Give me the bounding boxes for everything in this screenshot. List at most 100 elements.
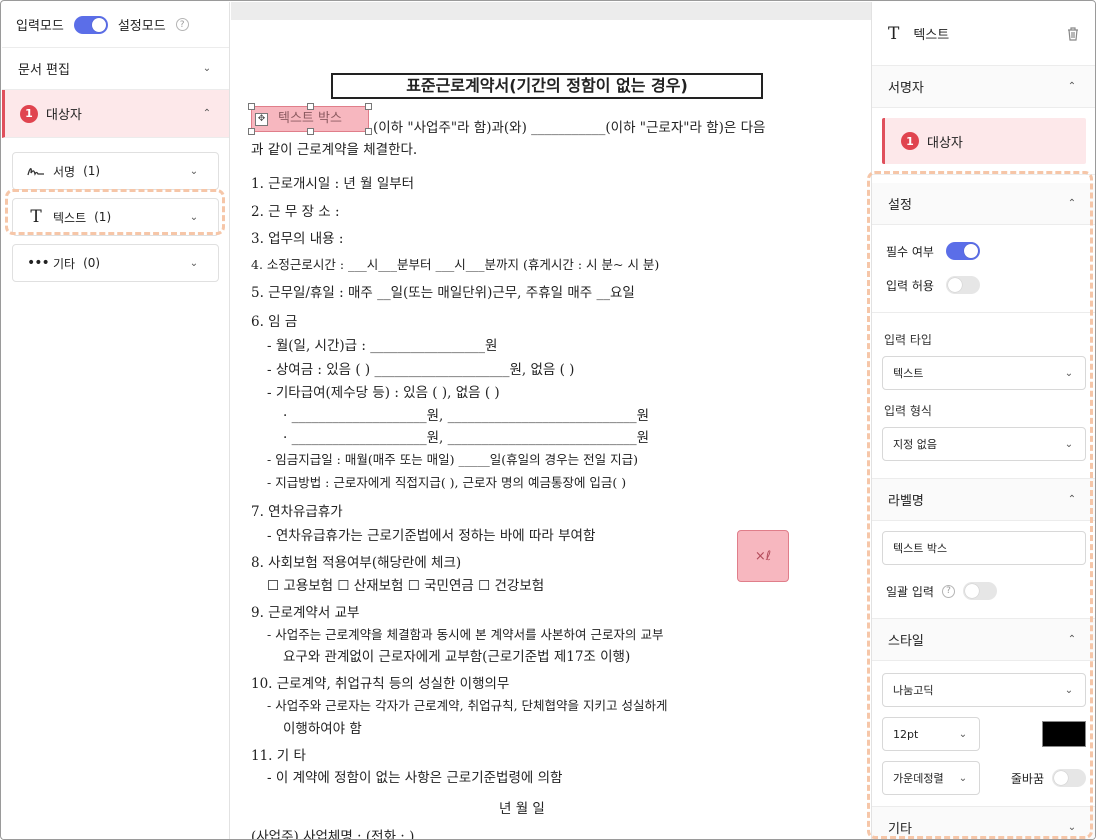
text-icon: T <box>888 23 900 44</box>
field-signature[interactable]: 서명 (1) ⌄ <box>12 152 219 190</box>
input-type-section: 입력 타입 텍스트 ⌄ 입력 형식 지정 없음 ⌄ <box>872 313 1095 479</box>
doc-line: 8. 사회보험 적용여부(해당란에 체크) <box>251 555 462 571</box>
field-list: 서명 (1) ⌄ T 텍스트 (1) ⌄ ••• 기타 (0) ⌄ <box>2 138 229 282</box>
signer-section-title: 서명자 <box>888 81 924 96</box>
toggle-knob <box>91 17 106 32</box>
chevron-down-icon: ⌄ <box>958 728 968 740</box>
chevron-up-icon: ⌃ <box>1067 494 1077 505</box>
signer-label: 대상자 <box>927 135 963 151</box>
align-value: 가운데정렬 <box>893 772 944 785</box>
help-icon[interactable]: ? <box>941 584 955 598</box>
signature-pen-icon: ×ℓ <box>754 548 772 564</box>
wrap-group: 줄바꿈 <box>1011 769 1086 787</box>
batch-input-toggle[interactable] <box>962 582 997 600</box>
style-section-title: 스타일 <box>888 634 924 649</box>
field-etc[interactable]: ••• 기타 (0) ⌄ <box>12 244 219 282</box>
allow-input-row: 입력 허용 <box>872 273 1095 297</box>
field-etc-count: (0) <box>83 256 101 270</box>
document-page: 표준근로계약서(기간의 정함이 없는 경우) ✥ 텍스트 박스 (이하 "사업주… <box>231 20 871 840</box>
doc-line: 2. 근 무 장 소 : <box>251 204 340 220</box>
label-section-header[interactable]: 라벨명 ⌃ <box>872 479 1095 521</box>
align-select[interactable]: 가운데정렬 ⌄ <box>882 761 980 795</box>
input-mode-label[interactable]: 입력모드 <box>16 15 64 34</box>
field-signature-label-group: 서명 (1) <box>27 163 100 180</box>
doc-line: 6. 임 금 <box>251 314 298 330</box>
doc-line: 4. 소정근로시간 : ___시___분부터 ___시___분까지 (휴게시간 … <box>251 257 660 272</box>
input-type-select[interactable]: 텍스트 ⌄ <box>882 356 1086 390</box>
field-etc-name: 기타 <box>53 256 76 271</box>
resize-handle[interactable] <box>307 103 314 110</box>
etc-section-title: 기타 <box>888 822 912 837</box>
style-section-header[interactable]: 스타일 ⌃ <box>872 619 1095 661</box>
move-icon[interactable]: ✥ <box>255 113 268 126</box>
resize-handle[interactable] <box>307 128 314 135</box>
signer-item[interactable]: 1 대상자 <box>882 118 1086 164</box>
color-swatch[interactable] <box>1042 721 1086 747</box>
properties-header: T 텍스트 <box>872 2 1095 66</box>
help-icon[interactable]: ? <box>175 18 189 31</box>
doc-line: 이행하여야 함 <box>283 721 362 737</box>
field-signature-name: 서명 <box>53 164 76 179</box>
settings-section-body: 필수 여부 입력 허용 <box>872 225 1095 313</box>
doc-edit-accordion[interactable]: 문서 편집 ⌄ <box>2 48 229 90</box>
required-toggle[interactable] <box>945 242 980 260</box>
chevron-down-icon: ⌄ <box>958 772 968 784</box>
etc-section-header[interactable]: 기타 ⌄ <box>872 807 1095 839</box>
left-panel: 입력모드 설정모드 ? 문서 편집 ⌄ 1 대상자 ⌃ 서명 (1) ⌄ T 텍… <box>2 2 230 839</box>
doc-line: 10. 근로계약, 취업규칙 등의 성실한 이행의무 <box>251 676 510 692</box>
trash-icon[interactable] <box>1066 26 1080 41</box>
toggle-knob <box>963 244 978 258</box>
doc-line: 11. 기 타 <box>251 748 306 764</box>
doc-line: (사업주) 사업체명 : (전화 : ) <box>251 829 415 840</box>
chevron-down-icon: ⌄ <box>1064 438 1074 450</box>
doc-edit-label: 문서 편집 <box>18 63 70 78</box>
doc-line: · ____________________원, _______________… <box>283 430 650 446</box>
font-size-select[interactable]: 12pt ⌄ <box>882 717 980 751</box>
doc-line: 7. 연차유급휴가 <box>251 504 343 520</box>
settings-section-header[interactable]: 설정 ⌃ <box>872 183 1095 225</box>
doc-line: 3. 업무의 내용 : <box>251 231 344 247</box>
allow-input-toggle[interactable] <box>945 276 980 294</box>
chevron-down-icon: ⌄ <box>1064 684 1074 696</box>
doc-line: - 월(일, 시간)급 : _________________원 <box>267 338 498 354</box>
resize-handle[interactable] <box>365 128 372 135</box>
batch-input-row: 일괄 입력 ? <box>882 579 1086 603</box>
target-label: 대상자 <box>46 108 82 123</box>
doc-line: (이하 "사업주"라 함)과(와) ___________(이하 "근로자"라 … <box>373 120 766 136</box>
target-accordion[interactable]: 1 대상자 ⌃ <box>2 90 229 138</box>
chevron-down-icon: ⌄ <box>202 63 212 74</box>
chevron-down-icon: ⌄ <box>189 211 199 223</box>
signer-section-header[interactable]: 서명자 ⌃ <box>872 66 1095 108</box>
font-select[interactable]: 나눔고딕 ⌄ <box>882 673 1086 707</box>
field-text[interactable]: T 텍스트 (1) ⌄ <box>12 198 219 236</box>
text-box-field[interactable]: ✥ 텍스트 박스 <box>248 103 372 135</box>
resize-handle[interactable] <box>365 103 372 110</box>
signature-field[interactable]: ×ℓ <box>737 530 789 582</box>
input-format-label: 입력 형식 <box>884 404 932 418</box>
resize-handle[interactable] <box>248 128 255 135</box>
doc-line: - 이 계약에 정함이 없는 사항은 근로기준법령에 의함 <box>267 770 563 786</box>
input-format-select[interactable]: 지정 없음 ⌄ <box>882 427 1086 461</box>
doc-line: 과 같이 근로계약을 체결한다. <box>251 142 418 158</box>
wrap-toggle[interactable] <box>1052 769 1086 787</box>
text-icon: T <box>30 207 42 227</box>
resize-handle[interactable] <box>248 103 255 110</box>
mode-bar: 입력모드 설정모드 ? <box>2 2 229 48</box>
signer-section-body: 1 대상자 <box>872 108 1095 175</box>
setting-mode-label[interactable]: 설정모드 <box>118 15 166 34</box>
doc-line: 5. 근무일/휴일 : 매주 __일(또는 매일단위)근무, 주휴일 매주 __… <box>251 285 635 301</box>
target-number-badge: 1 <box>20 104 38 123</box>
field-text-label-group: T 텍스트 (1) <box>27 207 111 227</box>
required-row: 필수 여부 <box>872 239 1095 263</box>
label-name-input[interactable]: 텍스트 박스 <box>882 531 1086 565</box>
doc-line: 1. 근로개시일 : 년 월 일부터 <box>251 176 415 192</box>
document-viewport[interactable]: 표준근로계약서(기간의 정함이 없는 경우) ✥ 텍스트 박스 (이하 "사업주… <box>231 2 871 840</box>
mode-toggle[interactable] <box>73 15 108 34</box>
toggle-knob <box>1054 771 1068 785</box>
doc-line: - 지급방법 : 근로자에게 직접지급( ), 근로자 명의 예금통장에 입금(… <box>267 475 627 490</box>
doc-line: - 상여금 : 있음 ( ) ____________________원, 없음… <box>267 362 575 378</box>
chevron-up-icon: ⌃ <box>1067 634 1077 645</box>
style-section-body: 나눔고딕 ⌄ 12pt ⌄ 가운데정렬 ⌄ 줄바꿈 <box>872 661 1095 807</box>
font-value: 나눔고딕 <box>893 684 934 697</box>
size-color-row: 12pt ⌄ <box>882 717 1086 751</box>
